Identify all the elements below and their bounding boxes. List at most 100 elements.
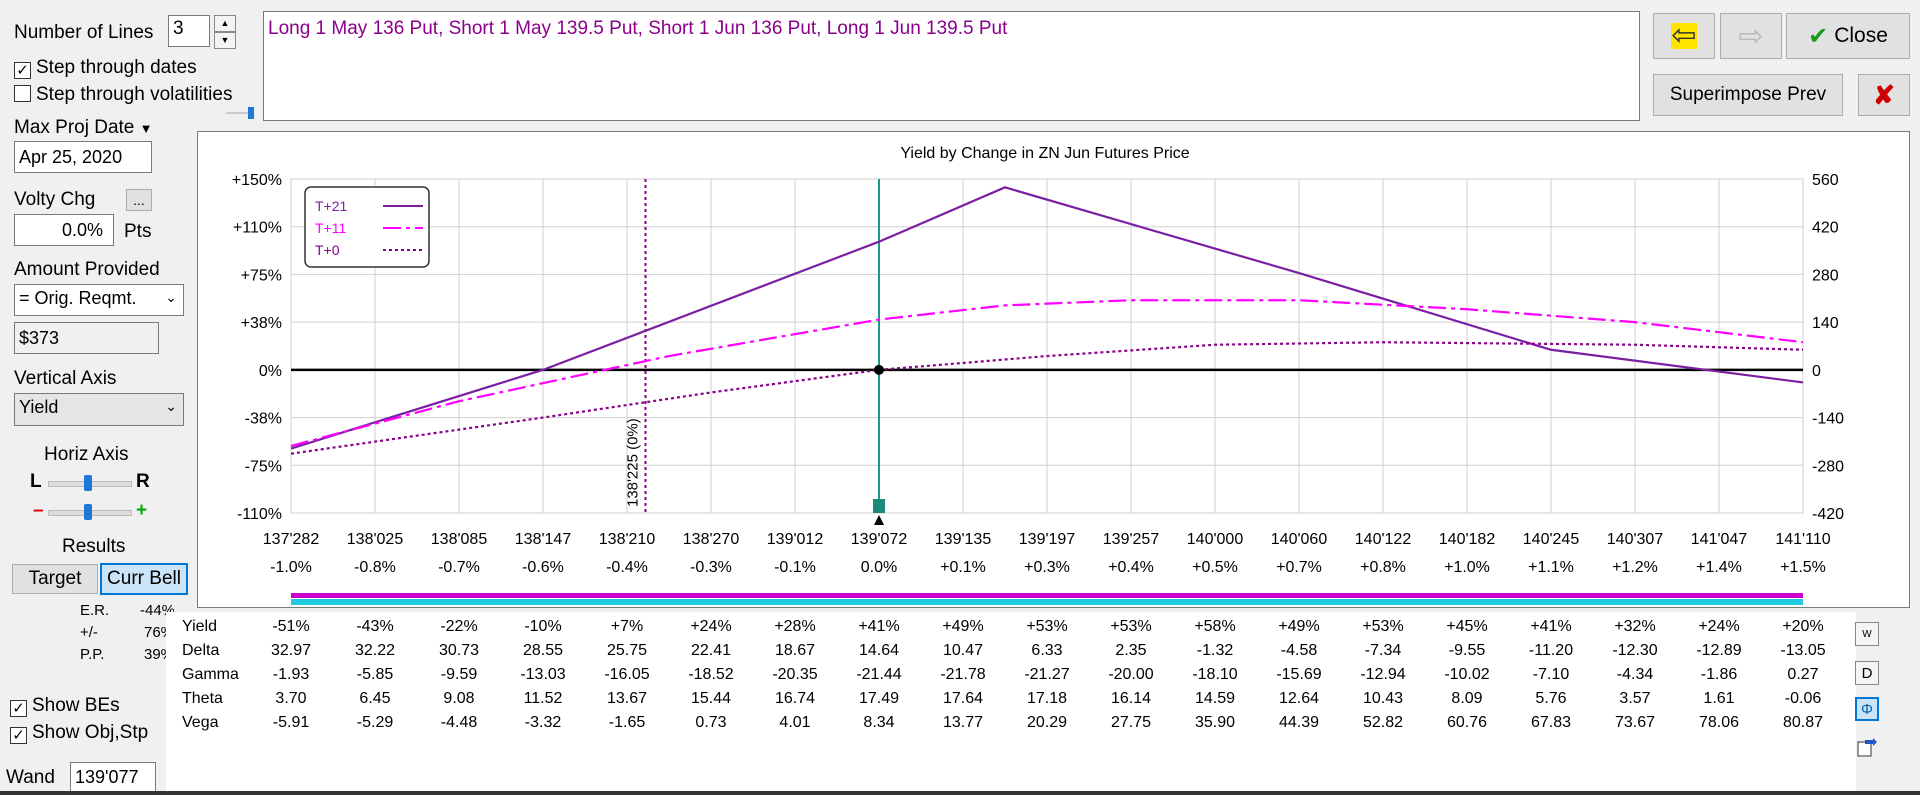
table-cell: +49% (1278, 618, 1320, 635)
table-cell: -7.10 (1532, 666, 1570, 683)
table-cell: -13.05 (1780, 642, 1826, 659)
table-cell: -18.52 (688, 666, 734, 683)
table-cell: -0.06 (1784, 690, 1822, 707)
x-pct-tick-label: -1.0% (270, 559, 312, 576)
table-row: Gamma -1.93 -5.85 -9.59 -13.03 -16.05 -18.52 -2… (166, 666, 1866, 688)
x-tick-label: 138'025 (347, 531, 404, 548)
table-cell: 8.34 (863, 714, 895, 731)
table-cell: -51% (272, 618, 310, 635)
table-cell: 3.57 (1619, 690, 1651, 707)
table-cell: -3.32 (524, 714, 562, 731)
table-cell: 14.64 (858, 642, 900, 659)
x-pct-tick-label: -0.8% (354, 559, 396, 576)
greeks-table: Yield -51% -43% -22% -10% +7% +24% +28% +41% +49%… (166, 612, 1856, 795)
export-glyph (1857, 738, 1877, 757)
break-even-label: 138'225 (0%) (624, 418, 641, 507)
table-cell: +24% (1698, 618, 1740, 635)
table-cell: -16.05 (604, 666, 650, 683)
table-cell: 3.70 (275, 690, 307, 707)
range-bar-cyan (291, 599, 1803, 605)
x-tick-label: 141'047 (1691, 531, 1748, 548)
y-right-tick-label: -420 (1812, 506, 1844, 523)
table-cell: 2.35 (1115, 642, 1147, 659)
y-left-tick-label: +110% (233, 220, 282, 237)
table-cell: +28% (774, 618, 816, 635)
export-icon[interactable] (1855, 735, 1879, 759)
y-right-tick-label: -140 (1812, 411, 1844, 428)
x-tick-label: 139'012 (767, 531, 824, 548)
x-tick-label: 138'085 (431, 531, 488, 548)
table-cell: -4.34 (1616, 666, 1654, 683)
table-cell: -12.30 (1612, 642, 1658, 659)
row-label: Vega (182, 714, 219, 731)
table-cell: 6.45 (359, 690, 391, 707)
table-cell: -43% (356, 618, 394, 635)
x-pct-tick-label: +0.3% (1024, 559, 1070, 576)
table-cell: -20.35 (772, 666, 818, 683)
table-cell: -13.03 (520, 666, 566, 683)
table-cell: -22% (440, 618, 478, 635)
d-icon[interactable]: D (1855, 661, 1879, 685)
y-right-tick-label: -280 (1812, 458, 1844, 475)
x-pct-tick-label: +1.1% (1528, 559, 1574, 576)
current-price-marker (873, 499, 885, 513)
table-cell: 80.87 (1782, 714, 1824, 731)
table-cell: 28.55 (522, 642, 564, 659)
y-left-tick-label: +75% (241, 267, 282, 284)
table-cell: -5.29 (356, 714, 394, 731)
table-cell: +20% (1782, 618, 1824, 635)
width-icon[interactable]: W (1855, 622, 1879, 646)
row-label: Delta (182, 642, 220, 659)
x-tick-label: 137'282 (263, 531, 320, 548)
table-cell: 10.43 (1362, 690, 1404, 707)
table-cell: -1.65 (608, 714, 646, 731)
current-price-pointer (874, 515, 884, 525)
phi-icon[interactable]: Φ (1855, 697, 1879, 721)
table-cell: -20.00 (1108, 666, 1154, 683)
x-pct-tick-label: -0.3% (690, 559, 732, 576)
legend-label: T+11 (315, 220, 346, 236)
x-pct-tick-label: -0.4% (606, 559, 648, 576)
y-left-tick-label: -110% (237, 506, 282, 523)
table-cell: +41% (1530, 618, 1572, 635)
table-cell: 8.09 (1451, 690, 1483, 707)
table-cell: +53% (1026, 618, 1068, 635)
chart-title: Yield by Change in ZN Jun Futures Price (900, 145, 1189, 162)
x-tick-label: 138'147 (515, 531, 572, 548)
table-cell: 16.14 (1110, 690, 1152, 707)
x-pct-tick-label: +0.8% (1360, 559, 1406, 576)
table-cell: -1.32 (1196, 642, 1234, 659)
bottom-strip (0, 791, 1920, 795)
table-cell: -7.34 (1364, 642, 1402, 659)
x-tick-label: 138'270 (683, 531, 740, 548)
table-cell: 32.97 (270, 642, 312, 659)
x-tick-label: 141'110 (1775, 531, 1830, 548)
table-cell: -1.93 (272, 666, 310, 683)
table-cell: -10.02 (1444, 666, 1490, 683)
table-row: Delta 32.97 32.22 30.73 28.55 25.75 22.41 18.67… (166, 642, 1866, 664)
table-cell: 44.39 (1278, 714, 1320, 731)
table-cell: 18.67 (774, 642, 816, 659)
row-label: Yield (182, 618, 217, 635)
x-tick-label: 140'060 (1271, 531, 1328, 548)
table-cell: 0.73 (695, 714, 727, 731)
y-right-tick-label: 140 (1812, 315, 1839, 332)
x-pct-tick-label: -0.7% (438, 559, 480, 576)
x-tick-label: 139'072 (851, 531, 908, 548)
table-row: Theta 3.70 6.45 9.08 11.52 13.67 15.44 16.74 17.… (166, 690, 1866, 712)
table-cell: 0.27 (1787, 666, 1819, 683)
y-left-tick-label: -75% (245, 458, 282, 475)
x-pct-tick-label: +1.0% (1444, 559, 1490, 576)
table-cell: +7% (610, 618, 644, 635)
x-pct-tick-label: +1.2% (1612, 559, 1658, 576)
table-cell: 9.08 (443, 690, 475, 707)
table-cell: 22.41 (690, 642, 732, 659)
x-pct-tick-label: +0.7% (1276, 559, 1322, 576)
table-cell: 73.67 (1614, 714, 1656, 731)
y-left-tick-label: +38% (241, 315, 282, 332)
table-cell: 30.73 (438, 642, 480, 659)
table-cell: -4.58 (1280, 642, 1318, 659)
table-cell: 35.90 (1194, 714, 1236, 731)
x-pct-tick-label: +1.4% (1696, 559, 1742, 576)
x-tick-label: 140'307 (1607, 531, 1664, 548)
